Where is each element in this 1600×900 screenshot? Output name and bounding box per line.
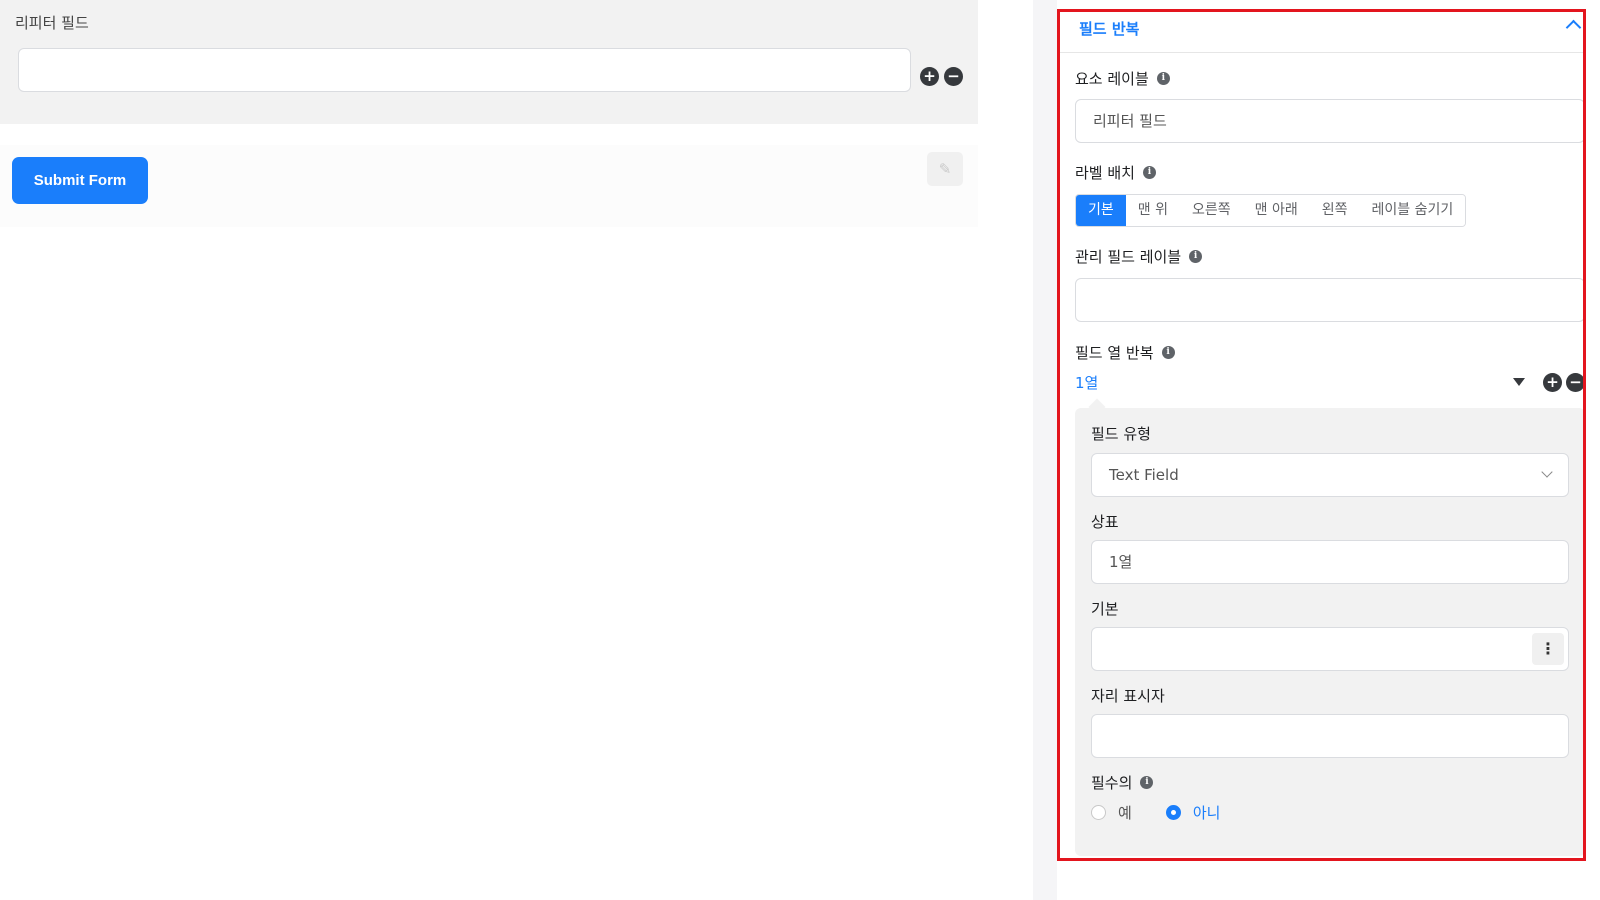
admin-label-input[interactable] xyxy=(1075,278,1585,322)
repeater-field-preview[interactable]: 리피터 필드 + − xyxy=(0,0,978,124)
default-value-heading: 기본 xyxy=(1091,600,1119,618)
column-label-heading: 상표 xyxy=(1091,513,1119,531)
panel-divider xyxy=(1033,0,1057,900)
required-yes-label[interactable]: 예 xyxy=(1118,802,1132,823)
caret-down-icon[interactable] xyxy=(1513,378,1525,386)
info-icon[interactable]: i xyxy=(1140,775,1154,789)
chevron-down-icon xyxy=(1541,466,1553,478)
info-icon[interactable]: i xyxy=(1142,165,1156,179)
label-placement-segmented: 기본 맨 위 오른쪽 맨 아래 왼쪽 레이블 숨기기 xyxy=(1075,194,1467,227)
required-no-radio[interactable] xyxy=(1165,805,1181,820)
chevron-up-icon[interactable] xyxy=(1565,19,1582,36)
section-title: 필드 반복 xyxy=(1079,20,1140,38)
required-radio-group: 예 아니 xyxy=(1091,802,1220,823)
section-header[interactable]: 필드 반복 xyxy=(1057,10,1585,53)
placement-option-default[interactable]: 기본 xyxy=(1076,195,1126,226)
pencil-icon: ✎ xyxy=(938,160,952,178)
repeat-columns-text: 필드 열 반복 xyxy=(1075,344,1154,362)
admin-label-text: 관리 필드 레이블 xyxy=(1075,248,1182,266)
required-heading: 필수의 i xyxy=(1091,772,1154,793)
add-row-button[interactable]: + xyxy=(920,67,939,86)
field-type-label: 필드 유형 xyxy=(1091,425,1151,443)
element-label-text: 요소 레이블 xyxy=(1075,70,1149,88)
add-column-button[interactable]: + xyxy=(1543,373,1562,392)
admin-label-heading: 관리 필드 레이블 i xyxy=(1075,246,1203,267)
placement-option-bottom[interactable]: 맨 아래 xyxy=(1242,195,1310,226)
repeater-field-label: 리피터 필드 xyxy=(15,14,89,32)
info-icon[interactable]: i xyxy=(1189,249,1203,263)
default-value-input[interactable]: ⋮ xyxy=(1091,627,1569,671)
more-vertical-icon[interactable]: ⋮ xyxy=(1532,633,1564,665)
info-icon[interactable]: i xyxy=(1156,71,1170,85)
remove-column-button[interactable]: − xyxy=(1566,373,1585,392)
placement-option-hide[interactable]: 레이블 숨기기 xyxy=(1359,195,1466,226)
placeholder-heading: 자리 표시자 xyxy=(1091,687,1165,705)
element-label-heading: 요소 레이블 i xyxy=(1075,68,1170,89)
placement-option-top[interactable]: 맨 위 xyxy=(1125,195,1180,226)
repeater-field-input[interactable] xyxy=(18,48,911,92)
element-label-input[interactable]: 리피터 필드 xyxy=(1075,99,1585,143)
label-placement-text: 라벨 배치 xyxy=(1075,164,1135,182)
info-icon[interactable]: i xyxy=(1161,345,1175,359)
placeholder-input[interactable] xyxy=(1091,714,1569,758)
edit-submit-button[interactable]: ✎ xyxy=(927,152,963,186)
label-placement-heading: 라벨 배치 i xyxy=(1075,162,1156,183)
required-text: 필수의 xyxy=(1091,774,1133,792)
required-yes-radio[interactable] xyxy=(1091,805,1106,820)
column-label-input[interactable]: 1열 xyxy=(1091,540,1569,584)
placement-option-left[interactable]: 왼쪽 xyxy=(1309,195,1360,226)
submit-form-button[interactable]: Submit Form xyxy=(12,157,148,204)
placement-option-right[interactable]: 오른쪽 xyxy=(1179,195,1243,226)
repeat-columns-heading: 필드 열 반복 i xyxy=(1075,342,1175,363)
editor-canvas: 리피터 필드 + − Submit Form ✎ 필드 반복 요소 레이블 i 리… xyxy=(0,0,1600,900)
field-type-value: Text Field xyxy=(1109,466,1179,484)
required-no-label[interactable]: 아니 xyxy=(1193,802,1221,823)
remove-row-button[interactable]: − xyxy=(944,67,963,86)
field-type-select[interactable]: Text Field xyxy=(1091,453,1569,497)
column-tab-1[interactable]: 1열 xyxy=(1075,372,1098,393)
